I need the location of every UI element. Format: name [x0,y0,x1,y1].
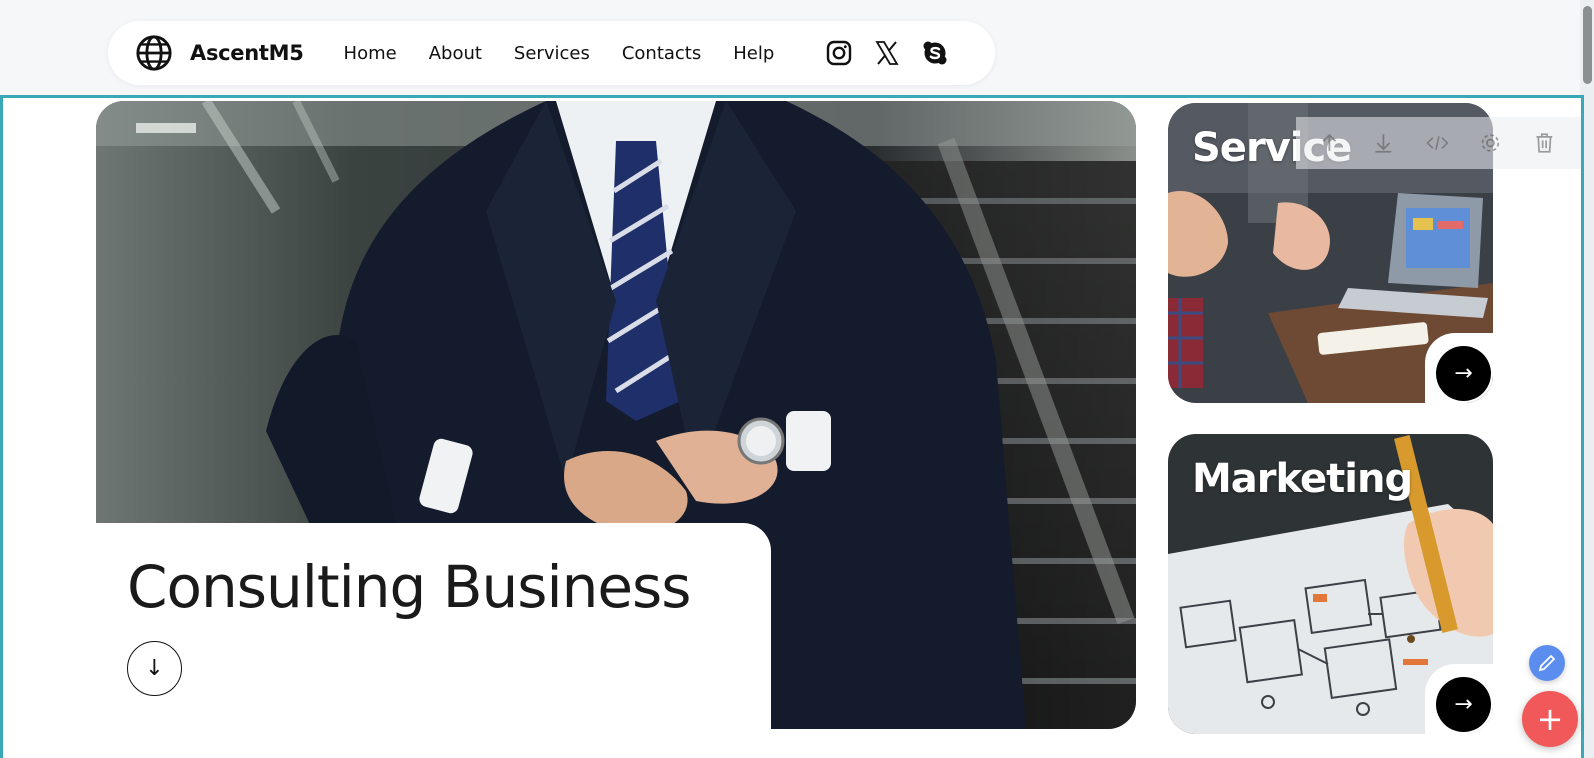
scrollbar-thumb[interactable] [1583,6,1592,84]
globe-icon [136,35,172,71]
brand[interactable]: AscentM5 [135,34,304,72]
block-toolbar [1296,117,1581,169]
main-menu: Home About Services Contacts Help [344,43,807,64]
navbar: AscentM5 Home About Services Contacts He… [108,21,995,85]
nav-help[interactable]: Help [733,43,774,64]
brand-name: AscentM5 [190,41,304,65]
move-up-icon[interactable] [1318,130,1341,156]
move-down-icon[interactable] [1372,130,1395,156]
marketing-card-title: Marketing [1192,456,1413,502]
nav-services[interactable]: Services [514,43,590,64]
edit-pencil-button[interactable] [1529,645,1565,681]
marketing-card[interactable]: Marketing → [1168,434,1493,734]
scroll-down-button[interactable]: ↓ [127,641,182,696]
settings-icon[interactable] [1479,130,1502,156]
x-twitter-icon[interactable] [874,40,900,66]
social-links [826,40,970,66]
site-header: AscentM5 Home About Services Contacts He… [0,0,1580,96]
delete-icon[interactable] [1533,130,1556,156]
arrow-right-icon[interactable]: → [1436,677,1491,732]
nav-contacts[interactable]: Contacts [622,43,701,64]
card-notch: → [1425,333,1493,403]
nav-home[interactable]: Home [344,43,397,64]
nav-about[interactable]: About [429,43,482,64]
pencil-icon [1538,654,1556,672]
hero-section[interactable]: Consulting Business ↓ Service → Marketin… [0,95,1584,758]
arrow-right-icon[interactable]: → [1436,346,1491,401]
skype-icon[interactable] [922,40,948,66]
hero-caption: Consulting Business ↓ [96,523,771,735]
card-notch: → [1425,664,1493,734]
hero-title: Consulting Business [127,553,691,621]
code-icon[interactable] [1426,130,1449,156]
add-block-button[interactable]: + [1522,691,1578,747]
instagram-icon[interactable] [826,40,852,66]
plus-icon: + [1536,700,1564,738]
arrow-down-icon: ↓ [145,656,164,681]
